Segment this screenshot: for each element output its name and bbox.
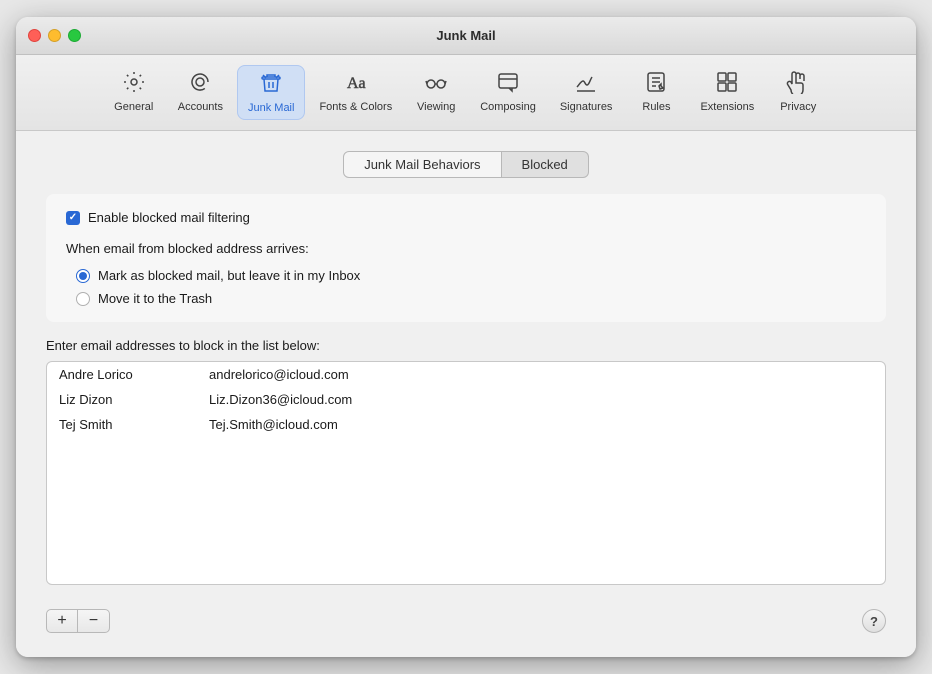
- radio-mark-blocked[interactable]: [76, 269, 90, 283]
- main-window: Junk Mail General Accounts: [16, 17, 916, 657]
- email-list-description: Enter email addresses to block in the li…: [46, 338, 886, 353]
- window-title: Junk Mail: [436, 28, 495, 43]
- toolbar-composing-label: Composing: [480, 101, 536, 113]
- email-name-1: Liz Dizon: [59, 392, 189, 407]
- toolbar-accounts-label: Accounts: [178, 101, 223, 113]
- radio-move-trash-label: Move it to the Trash: [98, 291, 212, 306]
- tab-bar: Junk Mail Behaviors Blocked: [46, 151, 886, 178]
- email-name-2: Tej Smith: [59, 417, 189, 432]
- toolbar-item-accounts[interactable]: Accounts: [168, 65, 233, 120]
- toolbar-general-label: General: [114, 101, 153, 113]
- tab-junk-mail-behaviors[interactable]: Junk Mail Behaviors: [343, 151, 501, 178]
- email-address-1: Liz.Dizon36@icloud.com: [209, 392, 352, 407]
- toolbar-fonts-label: Fonts & Colors: [319, 101, 392, 113]
- add-button[interactable]: +: [46, 609, 78, 633]
- content-area: Junk Mail Behaviors Blocked Enable block…: [16, 131, 916, 657]
- email-list-box[interactable]: Andre Lorico andrelorico@icloud.com Liz …: [46, 361, 886, 585]
- table-row[interactable]: Liz Dizon Liz.Dizon36@icloud.com: [47, 387, 885, 412]
- at-icon: [188, 70, 212, 98]
- signature-icon: [574, 70, 598, 98]
- toolbar-extensions-label: Extensions: [700, 101, 754, 113]
- email-name-0: Andre Lorico: [59, 367, 189, 382]
- compose-icon: [496, 70, 520, 98]
- hand-icon: [786, 70, 810, 98]
- titlebar: Junk Mail: [16, 17, 916, 55]
- email-address-0: andrelorico@icloud.com: [209, 367, 349, 382]
- enable-filtering-label: Enable blocked mail filtering: [88, 210, 250, 225]
- toolbar-item-fonts-colors[interactable]: Aa Fonts & Colors: [309, 65, 402, 120]
- toolbar-viewing-label: Viewing: [417, 101, 455, 113]
- bottom-bar: + − ?: [46, 601, 886, 637]
- gear-icon: [122, 70, 146, 98]
- table-row[interactable]: Tej Smith Tej.Smith@icloud.com: [47, 412, 885, 437]
- remove-button[interactable]: −: [78, 609, 110, 633]
- radio-row-mark-blocked[interactable]: Mark as blocked mail, but leave it in my…: [76, 268, 866, 283]
- glasses-icon: [424, 70, 448, 98]
- enable-filtering-row[interactable]: Enable blocked mail filtering: [66, 210, 866, 225]
- tab-blocked[interactable]: Blocked: [502, 151, 589, 178]
- radio-mark-blocked-label: Mark as blocked mail, but leave it in my…: [98, 268, 360, 283]
- email-list-section: Enter email addresses to block in the li…: [46, 338, 886, 585]
- toolbar-rules-label: Rules: [642, 101, 670, 113]
- radio-move-trash[interactable]: [76, 292, 90, 306]
- svg-text:Aa: Aa: [347, 75, 366, 92]
- toolbar-item-junk-mail[interactable]: Junk Mail: [237, 65, 305, 120]
- toolbar-item-privacy[interactable]: Privacy: [768, 65, 828, 120]
- trash-icon: [259, 71, 283, 99]
- toolbar-junkmail-label: Junk Mail: [248, 102, 294, 114]
- toolbar-item-general[interactable]: General: [104, 65, 164, 120]
- enable-filtering-checkbox[interactable]: [66, 211, 80, 225]
- toolbar-signatures-label: Signatures: [560, 101, 613, 113]
- radio-row-move-trash[interactable]: Move it to the Trash: [76, 291, 866, 306]
- extensions-icon: [715, 70, 739, 98]
- font-icon: Aa: [344, 70, 368, 98]
- table-row[interactable]: Andre Lorico andrelorico@icloud.com: [47, 362, 885, 387]
- toolbar: General Accounts: [16, 55, 916, 131]
- main-section: Enable blocked mail filtering When email…: [46, 194, 886, 322]
- toolbar-item-viewing[interactable]: Viewing: [406, 65, 466, 120]
- add-remove-buttons: + −: [46, 609, 110, 633]
- traffic-lights: [28, 29, 81, 42]
- rules-icon: [644, 70, 668, 98]
- toolbar-item-rules[interactable]: Rules: [626, 65, 686, 120]
- toolbar-item-extensions[interactable]: Extensions: [690, 65, 764, 120]
- maximize-button[interactable]: [68, 29, 81, 42]
- toolbar-item-composing[interactable]: Composing: [470, 65, 546, 120]
- toolbar-item-signatures[interactable]: Signatures: [550, 65, 623, 120]
- close-button[interactable]: [28, 29, 41, 42]
- minimize-button[interactable]: [48, 29, 61, 42]
- toolbar-privacy-label: Privacy: [780, 101, 816, 113]
- email-action-radio-group: Mark as blocked mail, but leave it in my…: [66, 268, 866, 306]
- when-email-description: When email from blocked address arrives:: [66, 241, 866, 256]
- email-address-2: Tej.Smith@icloud.com: [209, 417, 338, 432]
- help-button[interactable]: ?: [862, 609, 886, 633]
